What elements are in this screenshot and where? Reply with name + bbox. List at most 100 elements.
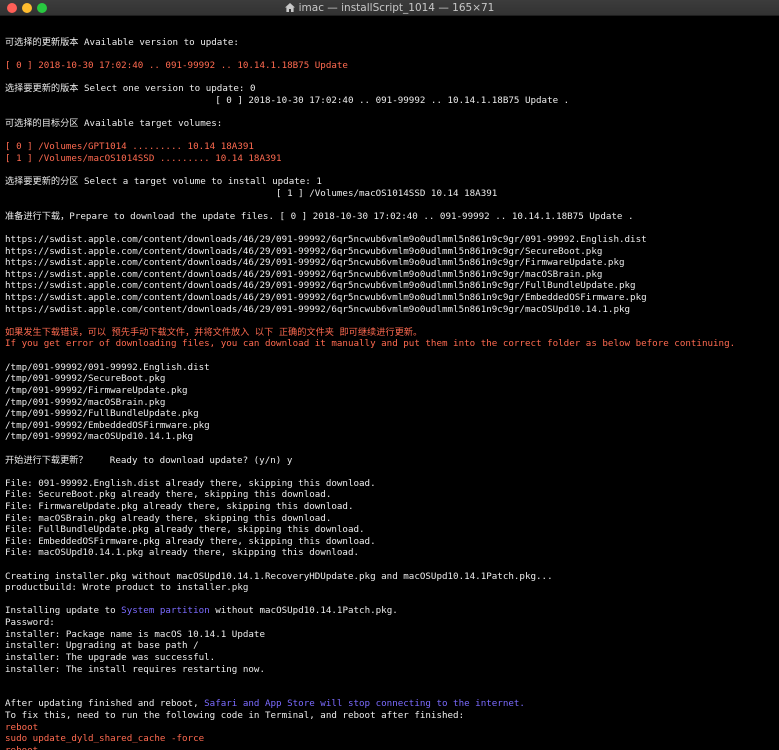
terminal-text: installer: Package name is macOS 10.14.1… xyxy=(5,628,265,640)
terminal-text: After updating finished and reboot, xyxy=(5,698,205,710)
terminal-text: installer: Upgrading at base path / xyxy=(5,640,199,652)
terminal-text: /tmp/091-99992/091-99992.English.dist xyxy=(5,361,210,373)
terminal-text: File: macOSUpd10.14.1.pkg already there,… xyxy=(5,547,360,559)
terminal-text: 可选择的更新版本 Available version to update: xyxy=(5,36,239,48)
terminal-text: reboot xyxy=(5,745,38,750)
terminal-line: https://swdist.apple.com/content/downloa… xyxy=(5,257,779,269)
terminal-line: /tmp/091-99992/EmbeddedOSFirmware.pkg xyxy=(5,420,779,432)
terminal-text: 选择要更新的版本 Select one version to update: 0 xyxy=(5,83,256,95)
terminal-text: https://swdist.apple.com/content/downloa… xyxy=(5,303,631,315)
terminal-line: installer: Upgrading at base path / xyxy=(5,640,779,652)
terminal-line: 可选择的更新版本 Available version to update: xyxy=(5,37,779,49)
terminal-text: [ 0 ] 2018-10-30 17:02:40 .. 091-99992 .… xyxy=(5,94,570,106)
terminal-line: https://swdist.apple.com/content/downloa… xyxy=(5,246,779,258)
terminal-line: 选择要更新的版本 Select one version to update: 0 xyxy=(5,83,779,95)
terminal-line: If you get error of downloading files, y… xyxy=(5,338,779,350)
terminal-line: /tmp/091-99992/FullBundleUpdate.pkg xyxy=(5,408,779,420)
terminal-line: installer: The install requires restarti… xyxy=(5,664,779,676)
terminal-text: Password: xyxy=(5,617,55,629)
terminal-text: File: macOSBrain.pkg already there, skip… xyxy=(5,512,332,524)
terminal-line: /tmp/091-99992/macOSUpd10.14.1.pkg xyxy=(5,431,779,443)
terminal-line: reboot xyxy=(5,722,779,734)
terminal-text: https://swdist.apple.com/content/downloa… xyxy=(5,280,636,292)
terminal-text: /tmp/091-99992/SecureBoot.pkg xyxy=(5,373,166,385)
terminal-text: productbuild: Wrote product to installer… xyxy=(5,582,249,594)
terminal-text: 如果发生下载错误，可以 预先手动下载文件，并将文件放入 以下 正确的文件夹 即可… xyxy=(5,326,423,338)
terminal-line: https://swdist.apple.com/content/downloa… xyxy=(5,269,779,281)
terminal-text: File: 091-99992.English.dist already the… xyxy=(5,477,376,489)
terminal-text: 开始进行下载更新？ Ready to download update? (y/n… xyxy=(5,454,293,466)
terminal-line: Creating installer.pkg without macOSUpd1… xyxy=(5,571,779,583)
terminal-text: File: FullBundleUpdate.pkg already there… xyxy=(5,524,365,536)
terminal-line: 可选择的目标分区 Available target volumes: xyxy=(5,118,779,130)
terminal-text: /tmp/091-99992/macOSUpd10.14.1.pkg xyxy=(5,431,194,443)
window-title: imac — installScript_1014 — 165×71 xyxy=(0,0,779,16)
terminal-text: To fix this, need to run the following c… xyxy=(5,709,465,721)
terminal-text: Safari and App Store will stop connectin… xyxy=(204,698,525,710)
terminal-text: installer: The upgrade was successful. xyxy=(5,651,216,663)
terminal-text: 准备进行下载，Prepare to download the update fi… xyxy=(5,210,634,222)
terminal-line: installer: Package name is macOS 10.14.1… xyxy=(5,629,779,641)
window-title-text: imac — installScript_1014 — 165×71 xyxy=(298,2,495,14)
terminal-text: If you get error of downloading files, y… xyxy=(5,338,736,350)
terminal-text: /tmp/091-99992/macOSBrain.pkg xyxy=(5,396,166,408)
terminal-text: https://swdist.apple.com/content/downloa… xyxy=(5,245,603,257)
terminal-text: /tmp/091-99992/EmbeddedOSFirmware.pkg xyxy=(5,419,210,431)
terminal-window: imac — installScript_1014 — 165×71 可选择的更… xyxy=(0,0,779,750)
terminal-line: [ 0 ] 2018-10-30 17:02:40 .. 091-99992 .… xyxy=(5,60,779,72)
terminal-line: To fix this, need to run the following c… xyxy=(5,710,779,722)
terminal-text: https://swdist.apple.com/content/downloa… xyxy=(5,292,647,304)
terminal-line: /tmp/091-99992/091-99992.English.dist xyxy=(5,362,779,374)
terminal-line: 开始进行下载更新？ Ready to download update? (y/n… xyxy=(5,455,779,467)
terminal-line: File: FullBundleUpdate.pkg already there… xyxy=(5,524,779,536)
terminal-line: /tmp/091-99992/FirmwareUpdate.pkg xyxy=(5,385,779,397)
title-bar[interactable]: imac — installScript_1014 — 165×71 xyxy=(0,0,779,16)
terminal-line: File: 091-99992.English.dist already the… xyxy=(5,478,779,490)
terminal-line: installer: The upgrade was successful. xyxy=(5,652,779,664)
terminal-line: [ 1 ] /Volumes/macOS1014SSD 10.14 18A391 xyxy=(5,188,779,200)
terminal-output[interactable]: 可选择的更新版本 Available version to update: [ 0… xyxy=(0,16,779,750)
home-icon xyxy=(284,1,295,17)
terminal-line: Installing update to System partition wi… xyxy=(5,605,779,617)
terminal-text: File: SecureBoot.pkg already there, skip… xyxy=(5,489,332,501)
terminal-line: 如果发生下载错误，可以 预先手动下载文件，并将文件放入 以下 正确的文件夹 即可… xyxy=(5,327,779,339)
terminal-line: [ 0 ] /Volumes/GPT1014 ......... 10.14 1… xyxy=(5,141,779,153)
terminal-line: [ 1 ] /Volumes/macOS1014SSD ......... 10… xyxy=(5,153,779,165)
terminal-text: File: FirmwareUpdate.pkg already there, … xyxy=(5,500,354,512)
terminal-text: File: EmbeddedOSFirmware.pkg already the… xyxy=(5,535,376,547)
terminal-text: [ 1 ] /Volumes/macOS1014SSD 10.14 18A391 xyxy=(5,187,498,199)
terminal-line: File: macOSUpd10.14.1.pkg already there,… xyxy=(5,547,779,559)
terminal-text: [ 0 ] 2018-10-30 17:02:40 .. 091-99992 .… xyxy=(5,59,348,71)
terminal-line: https://swdist.apple.com/content/downloa… xyxy=(5,280,779,292)
terminal-text: without macOSUpd10.14.1Patch.pkg. xyxy=(209,605,398,617)
terminal-text: [ 0 ] /Volumes/GPT1014 ......... 10.14 1… xyxy=(5,141,254,153)
terminal-line: https://swdist.apple.com/content/downloa… xyxy=(5,304,779,316)
terminal-text: /tmp/091-99992/FullBundleUpdate.pkg xyxy=(5,408,199,420)
terminal-line: File: SecureBoot.pkg already there, skip… xyxy=(5,489,779,501)
terminal-text: installer: The install requires restarti… xyxy=(5,663,265,675)
terminal-line: /tmp/091-99992/SecureBoot.pkg xyxy=(5,373,779,385)
terminal-line: https://swdist.apple.com/content/downloa… xyxy=(5,234,779,246)
terminal-text: [ 1 ] /Volumes/macOS1014SSD ......... 10… xyxy=(5,152,282,164)
terminal-line: File: macOSBrain.pkg already there, skip… xyxy=(5,513,779,525)
terminal-text: 选择要更新的分区 Select a target volume to insta… xyxy=(5,175,322,187)
terminal-text: sudo update_dyld_shared_cache -force xyxy=(5,733,205,745)
terminal-line: /tmp/091-99992/macOSBrain.pkg xyxy=(5,397,779,409)
terminal-line: reboot xyxy=(5,745,779,750)
